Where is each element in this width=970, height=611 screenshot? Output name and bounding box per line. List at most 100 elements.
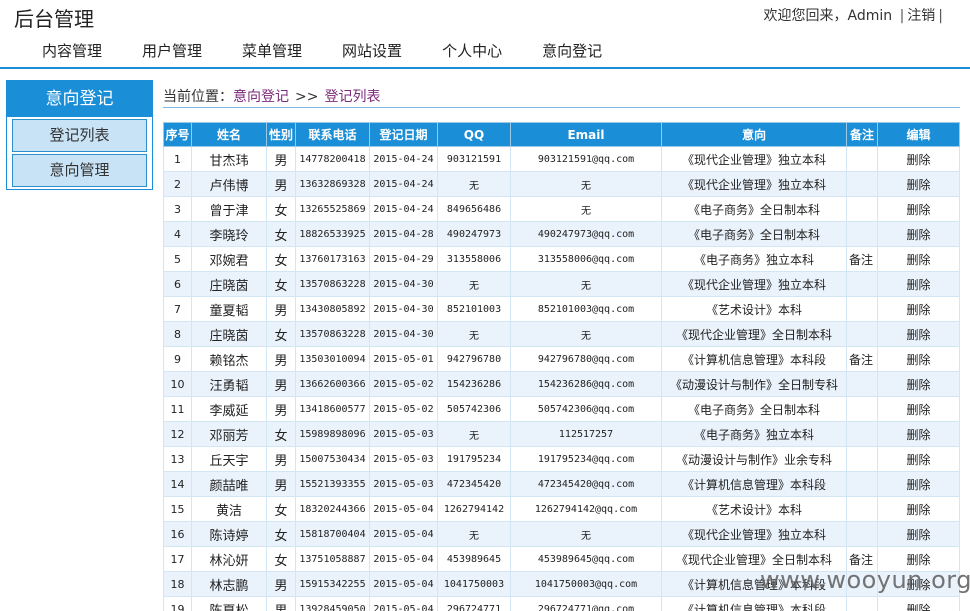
intent-cell: 《艺术设计》本科 <box>661 496 847 522</box>
sidebar-item-intent-management[interactable]: 意向管理 <box>12 154 147 187</box>
intent-cell: 《电子商务》全日制本科 <box>661 221 847 247</box>
gender-cell: 女 <box>266 271 296 297</box>
breadcrumb-section-link[interactable]: 意向登记 <box>233 89 289 105</box>
table-row: 5 邓婉君女 13760173163 2015-04-29 313558006 31355… <box>163 246 960 272</box>
edit-cell: 删除 <box>877 321 960 347</box>
edit-cell: 删除 <box>877 346 960 372</box>
delete-link[interactable]: 删除 <box>906 178 930 192</box>
intent-cell: 《电子商务》全日制本科 <box>661 396 847 422</box>
phone-number-cell: 15915342255 <box>295 571 370 597</box>
delete-link[interactable]: 删除 <box>906 428 930 442</box>
delete-link[interactable]: 删除 <box>906 453 930 467</box>
registration-date-cell: 2015-05-04 <box>369 496 438 522</box>
edit-cell: 删除 <box>877 471 960 497</box>
delete-link[interactable]: 删除 <box>906 278 930 292</box>
remark-cell: 备注 <box>846 346 878 372</box>
intent-cell: 《计算机信息管理》本科段 <box>661 346 847 372</box>
row-number-cell: 17 <box>163 546 192 572</box>
remark-cell <box>846 221 878 247</box>
intent-cell: 《计算机信息管理》本科段 <box>661 471 847 497</box>
intent-cell: 《动漫设计与制作》业余专科 <box>661 446 847 472</box>
phone-number-cell: 13751058887 <box>295 546 370 572</box>
registration-date-cell: 2015-04-30 <box>369 321 438 347</box>
remark-cell <box>846 296 878 322</box>
intent-cell: 《电子商务》独立本科 <box>661 246 847 272</box>
table-row: 9 赖铭杰男 13503010094 2015-05-01 942796780 94279… <box>163 346 960 372</box>
delete-link[interactable]: 删除 <box>906 478 930 492</box>
gender-cell: 男 <box>266 471 296 497</box>
qq-number-cell: 154236286 <box>437 371 511 397</box>
delete-link[interactable]: 删除 <box>906 353 930 367</box>
table-row: 12 邓丽芳女 15989898096 2015-05-03 无 112517257 《电子… <box>163 421 960 447</box>
gender-cell: 男 <box>266 396 296 422</box>
column-header: Email <box>510 122 662 147</box>
qq-number-cell: 313558006 <box>437 246 511 272</box>
remark-cell <box>846 396 878 422</box>
delete-link[interactable]: 删除 <box>906 603 930 611</box>
column-header: 意向 <box>661 122 847 147</box>
delete-link[interactable]: 删除 <box>906 328 930 342</box>
nav-item-menus[interactable]: 菜单管理 <box>222 40 322 62</box>
edit-cell: 删除 <box>877 521 960 547</box>
delete-link[interactable]: 删除 <box>906 253 930 267</box>
delete-link[interactable]: 删除 <box>906 528 930 542</box>
breadcrumb: 当前位置：意向登记 >> 登记列表 <box>163 88 960 108</box>
nav-item-users[interactable]: 用户管理 <box>122 40 222 62</box>
table-row: 14 颜喆唯男 15521393355 2015-05-03 472345420 4723… <box>163 471 960 497</box>
nav-item-registration[interactable]: 意向登记 <box>522 40 622 62</box>
delete-link[interactable]: 删除 <box>906 503 930 517</box>
delete-link[interactable]: 删除 <box>906 153 930 167</box>
gender-cell: 男 <box>266 346 296 372</box>
table-row: 11 李威延男 13418600577 2015-05-02 505742306 5057… <box>163 396 960 422</box>
email-cell: 无 <box>510 521 662 547</box>
intent-cell: 《电子商务》全日制本科 <box>661 196 847 222</box>
column-header: 姓名 <box>191 122 267 147</box>
row-number-cell: 4 <box>163 221 192 247</box>
email-cell: 无 <box>510 271 662 297</box>
remark-cell <box>846 471 878 497</box>
nav-item-site-settings[interactable]: 网站设置 <box>322 40 422 62</box>
qq-number-cell: 无 <box>437 321 511 347</box>
phone-number-cell: 15989898096 <box>295 421 370 447</box>
phone-number-cell: 13430805892 <box>295 296 370 322</box>
phone-number-cell: 13662600366 <box>295 371 370 397</box>
logout-link[interactable]: 注销 <box>907 8 935 24</box>
phone-number-cell: 13503010094 <box>295 346 370 372</box>
sidebar-item-registration-list[interactable]: 登记列表 <box>12 119 147 152</box>
qq-number-cell: 191795234 <box>437 446 511 472</box>
page-header: 后台管理 欢迎您回来，Admin | 注销 | 内容管理 用户管理 菜单管理 网站设… <box>0 0 970 70</box>
nav-item-profile[interactable]: 个人中心 <box>422 40 522 62</box>
gender-cell: 男 <box>266 446 296 472</box>
remark-cell <box>846 596 878 611</box>
column-header: 编辑 <box>877 122 960 147</box>
column-header: 序号 <box>163 122 192 147</box>
gender-cell: 男 <box>266 146 296 172</box>
breadcrumb-separator: >> <box>295 89 319 105</box>
email-cell: 472345420@qq.com <box>510 471 662 497</box>
qq-number-cell: 无 <box>437 421 511 447</box>
row-number-cell: 3 <box>163 196 192 222</box>
delete-link[interactable]: 删除 <box>906 303 930 317</box>
user-bar: 欢迎您回来，Admin | 注销 | <box>763 5 946 25</box>
table-row: 13 丘天宇男 15007530434 2015-05-03 191795234 1917… <box>163 446 960 472</box>
applicant-name-cell: 陈诗婷 <box>191 521 267 547</box>
intent-cell: 《现代企业管理》独立本科 <box>661 171 847 197</box>
qq-number-cell: 1041750003 <box>437 571 511 597</box>
row-number-cell: 6 <box>163 271 192 297</box>
nav-item-content[interactable]: 内容管理 <box>22 40 122 62</box>
edit-cell: 删除 <box>877 146 960 172</box>
registration-date-cell: 2015-05-03 <box>369 446 438 472</box>
edit-cell: 删除 <box>877 396 960 422</box>
delete-link[interactable]: 删除 <box>906 203 930 217</box>
registration-date-cell: 2015-04-24 <box>369 146 438 172</box>
delete-link[interactable]: 删除 <box>906 228 930 242</box>
delete-link[interactable]: 删除 <box>906 378 930 392</box>
delete-link[interactable]: 删除 <box>906 553 930 567</box>
email-cell: 154236286@qq.com <box>510 371 662 397</box>
intent-cell: 《现代企业管理》全日制本科 <box>661 321 847 347</box>
column-header: 备注 <box>846 122 878 147</box>
email-cell: 505742306@qq.com <box>510 396 662 422</box>
delete-link[interactable]: 删除 <box>906 403 930 417</box>
email-cell: 296724771@qq.com <box>510 596 662 611</box>
sidebar-title: 意向登记 <box>7 81 152 117</box>
